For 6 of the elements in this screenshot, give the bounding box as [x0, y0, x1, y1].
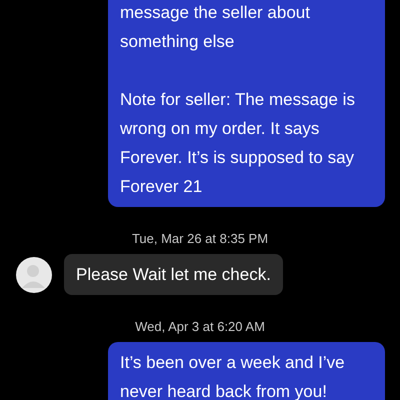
- message-timestamp: Wed, Apr 3 at 6:20 AM: [135, 318, 265, 336]
- message-text: Please Wait let me check.: [76, 264, 271, 286]
- message-text: message the seller about something else: [120, 2, 311, 53]
- avatar-icon: [16, 256, 52, 292]
- message-text: Note for seller: The message is wrong on my order. It says Forever. It’s is supposed to say Forever 21: [120, 89, 356, 198]
- message-timestamp: Tue, Mar 26 at 8:35 PM: [132, 230, 268, 248]
